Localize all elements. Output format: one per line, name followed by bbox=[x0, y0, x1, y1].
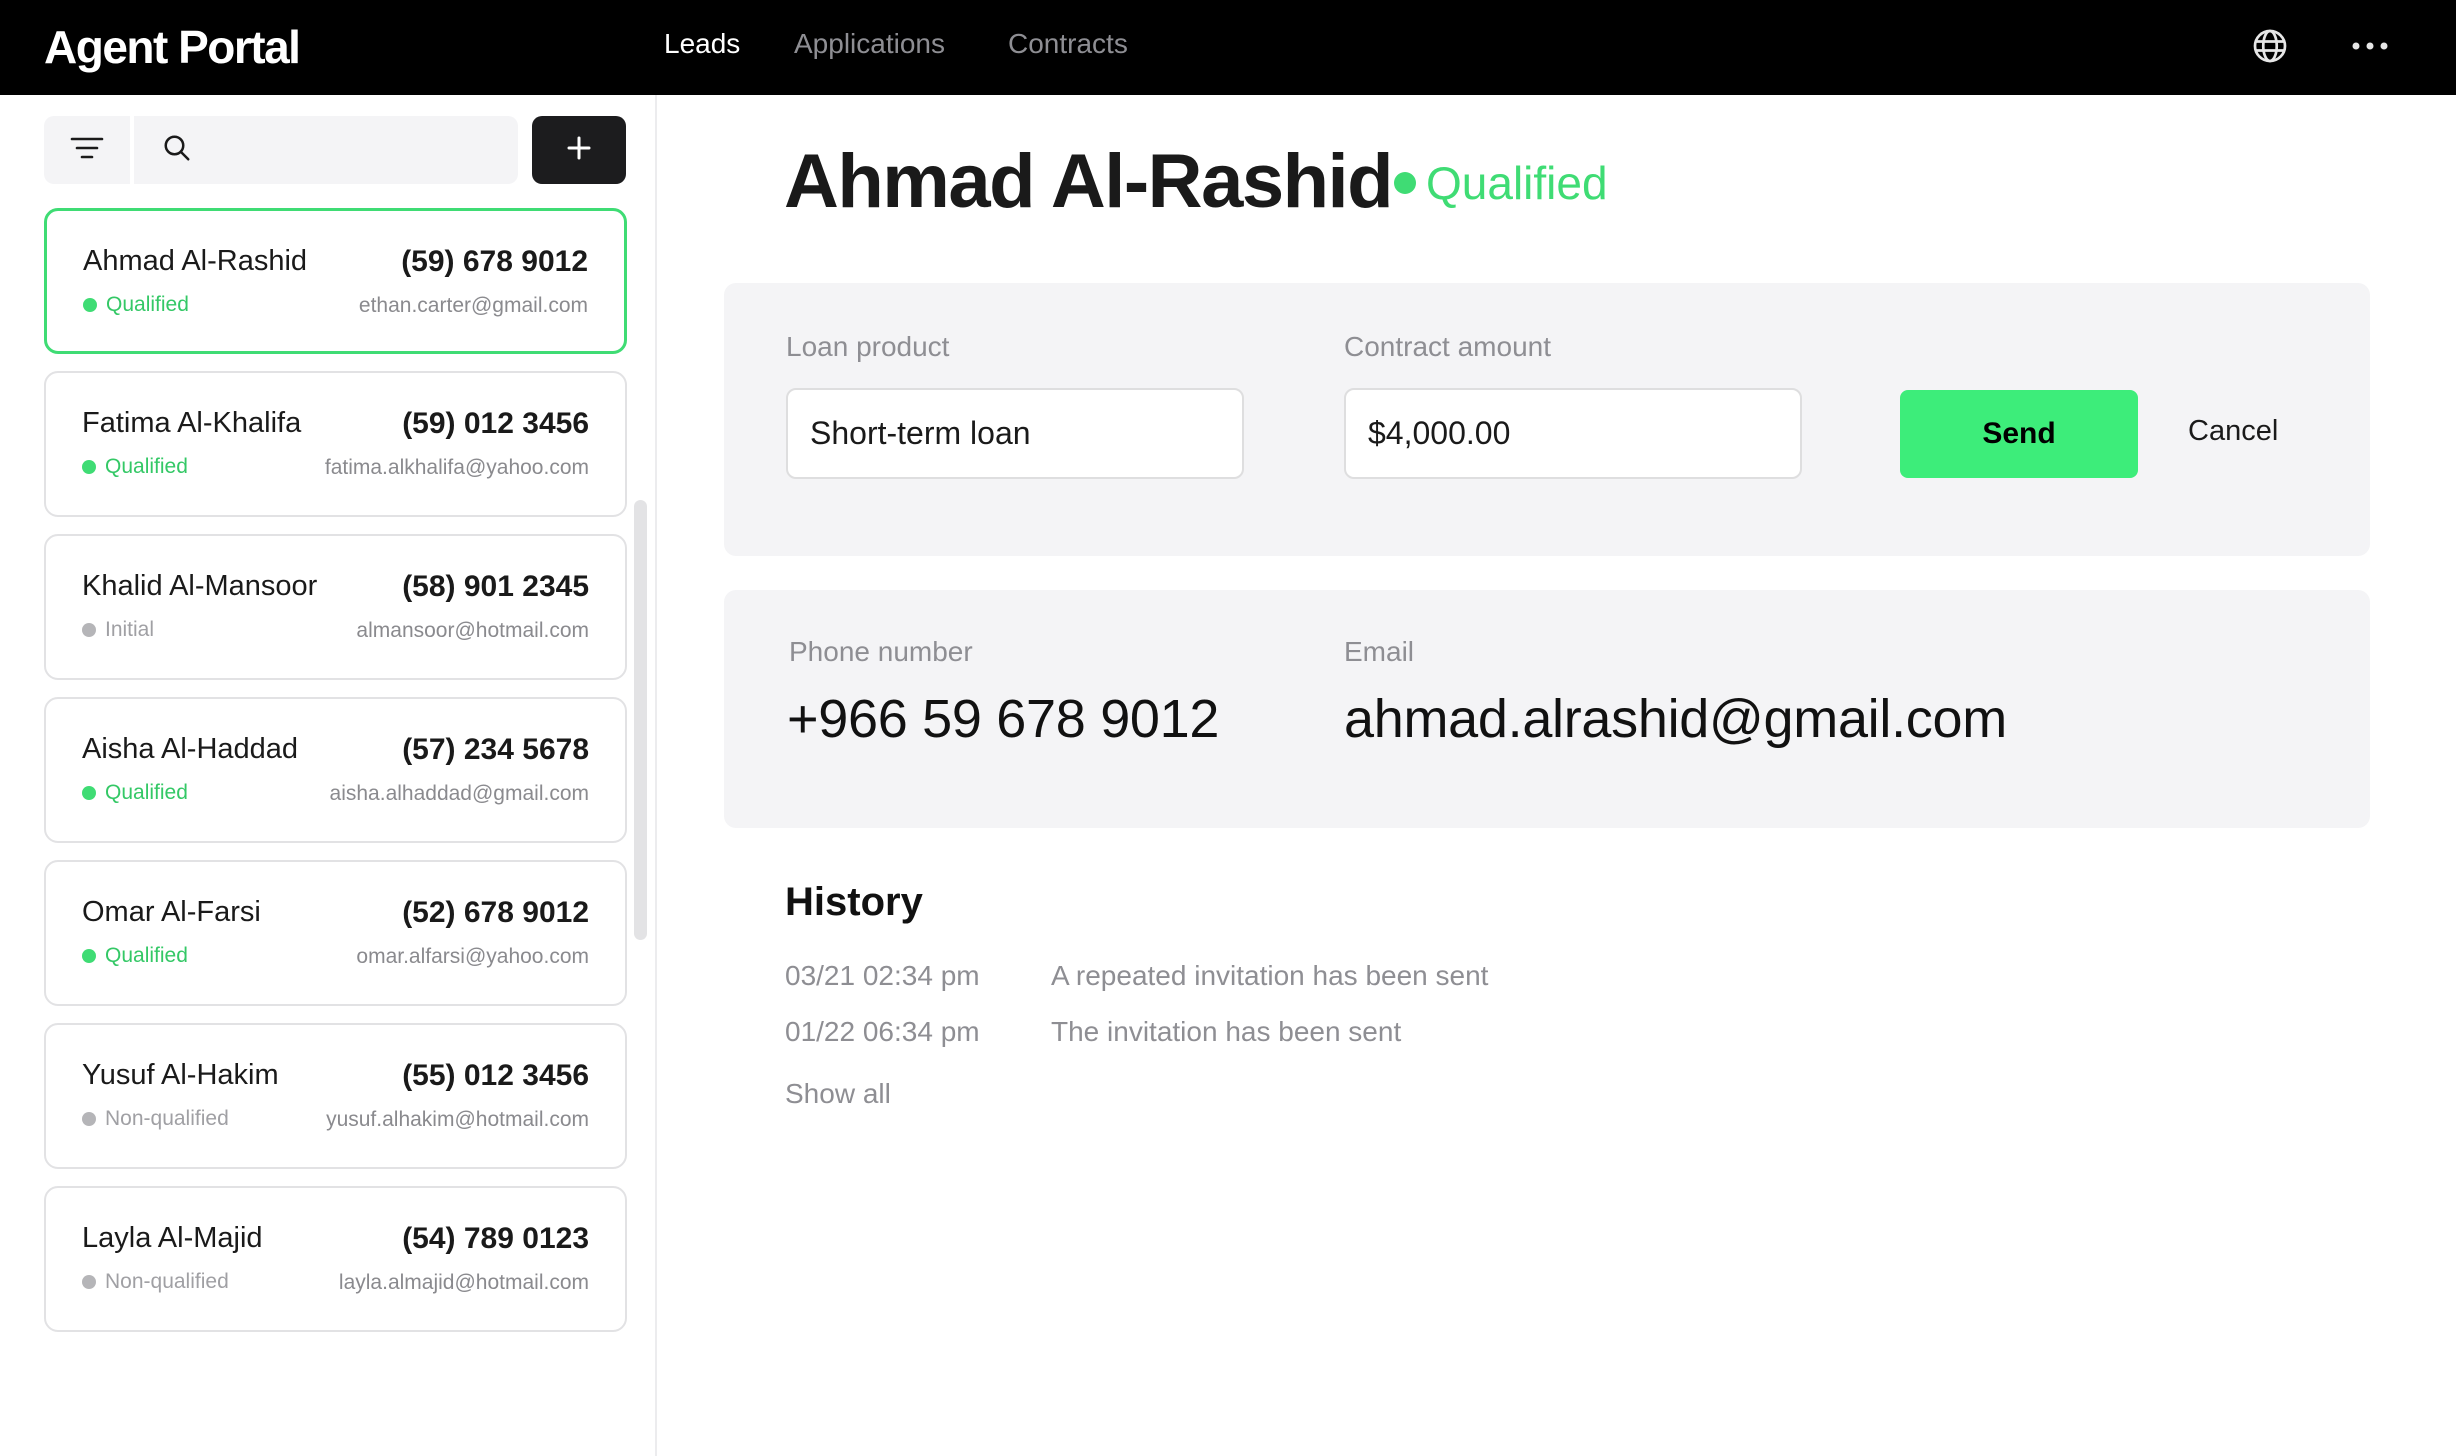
filter-icon bbox=[70, 135, 104, 166]
lead-email: omar.alfarsi@yahoo.com bbox=[356, 945, 589, 968]
status-dot-icon bbox=[82, 623, 96, 637]
lead-name: Layla Al-Majid bbox=[82, 1222, 263, 1254]
contact-info-panel: Phone number +966 59 678 9012 Email ahma… bbox=[724, 590, 2370, 828]
lead-status: Initial bbox=[82, 618, 154, 642]
lead-phone: (57) 234 5678 bbox=[402, 733, 589, 766]
lead-email: almansoor@hotmail.com bbox=[356, 619, 589, 642]
lead-name: Omar Al-Farsi bbox=[82, 896, 261, 928]
lead-phone: (54) 789 0123 bbox=[402, 1222, 589, 1255]
lead-email: yusuf.alhakim@hotmail.com bbox=[326, 1108, 589, 1131]
more-horizontal-icon[interactable] bbox=[2350, 28, 2390, 64]
lead-name: Yusuf Al-Hakim bbox=[82, 1059, 279, 1091]
lead-email: layla.almajid@hotmail.com bbox=[338, 1271, 589, 1294]
lead-card[interactable]: Fatima Al-Khalifa (59) 012 3456 Qualified f… bbox=[44, 371, 627, 517]
lead-status-label: Qualified bbox=[1426, 157, 1608, 209]
history-date: 03/21 02:34 pm bbox=[785, 960, 980, 991]
lead-phone: (59) 678 9012 bbox=[401, 245, 588, 278]
lead-name: Ahmad Al-Rashid bbox=[83, 245, 308, 277]
history-date: 01/22 06:34 pm bbox=[785, 1016, 980, 1047]
lead-card[interactable]: Omar Al-Farsi (52) 678 9012 Qualified omar.… bbox=[44, 860, 627, 1006]
status-dot-icon bbox=[83, 298, 97, 312]
lead-status: Qualified bbox=[82, 781, 188, 805]
lead-status: Qualified bbox=[82, 455, 188, 479]
lead-status-label: Qualified bbox=[106, 293, 189, 316]
lead-email: fatima.alkhalifa@yahoo.com bbox=[324, 456, 589, 479]
status-dot-icon bbox=[82, 1112, 96, 1126]
lead-status: Non-qualified bbox=[82, 1270, 229, 1294]
contract-form-panel: Loan product Short-term loan Contract am… bbox=[724, 283, 2370, 556]
lead-status-label: Qualified bbox=[105, 455, 188, 478]
loan-product-label: Loan product bbox=[786, 331, 950, 362]
email-label: Email bbox=[1344, 636, 1415, 667]
globe-icon[interactable] bbox=[2252, 28, 2288, 64]
lead-phone: (58) 901 2345 bbox=[402, 570, 589, 603]
lead-phone: (59) 012 3456 bbox=[402, 407, 589, 440]
history-text: A repeated invitation has been sent bbox=[1051, 960, 1489, 991]
lead-email: ethan.carter@gmail.com bbox=[358, 294, 588, 317]
leads-sidebar: Ahmad Al-Rashid (59) 678 9012 Qualified eth… bbox=[0, 95, 657, 1456]
nav-tab-applications[interactable]: Applications bbox=[794, 28, 945, 60]
search-icon bbox=[162, 133, 192, 168]
history-text: The invitation has been sent bbox=[1051, 1016, 1402, 1047]
lead-status-label: Qualified bbox=[105, 944, 188, 967]
show-all-history-link[interactable]: Show all bbox=[785, 1078, 891, 1110]
lead-card[interactable]: Aisha Al-Haddad (57) 234 5678 Qualified ais… bbox=[44, 697, 627, 843]
loan-product-field[interactable]: Short-term loan bbox=[786, 388, 1244, 479]
contract-amount-field[interactable]: $4,000.00 bbox=[1344, 388, 1802, 479]
contract-amount-label: Contract amount bbox=[1344, 331, 1551, 362]
phone-number-label: Phone number bbox=[789, 636, 973, 667]
lead-card[interactable]: Ahmad Al-Rashid (59) 678 9012 Qualified eth… bbox=[44, 208, 627, 354]
lead-name: Khalid Al-Mansoor bbox=[82, 570, 318, 602]
email-value: ahmad.alrashid@gmail.com bbox=[1344, 689, 2007, 749]
status-dot-icon bbox=[82, 460, 96, 474]
phone-number-value: +966 59 678 9012 bbox=[787, 689, 1220, 749]
lead-status: Qualified bbox=[82, 944, 188, 968]
lead-status-badge: Qualified bbox=[1394, 156, 1608, 210]
lead-status-label: Non-qualified bbox=[105, 1270, 229, 1293]
sidebar-scrollbar-thumb[interactable] bbox=[634, 500, 647, 940]
lead-card[interactable]: Layla Al-Majid (54) 789 0123 Non-qualified… bbox=[44, 1186, 627, 1332]
send-button[interactable]: Send bbox=[1900, 390, 2138, 478]
lead-card[interactable]: Yusuf Al-Hakim (55) 012 3456 Non-qualified… bbox=[44, 1023, 627, 1169]
history-item: 01/22 06:34 pm The invitation has been s… bbox=[785, 1016, 1401, 1048]
lead-status-label: Initial bbox=[105, 618, 155, 641]
lead-name: Fatima Al-Khalifa bbox=[82, 407, 302, 439]
search-field[interactable] bbox=[134, 116, 518, 184]
lead-email: aisha.alhaddad@gmail.com bbox=[329, 782, 589, 805]
lead-title: Ahmad Al-Rashid bbox=[784, 139, 1394, 224]
lead-status: Non-qualified bbox=[82, 1107, 229, 1131]
lead-name: Aisha Al-Haddad bbox=[82, 733, 299, 765]
lead-status-label: Qualified bbox=[105, 781, 188, 804]
nav-tab-contracts[interactable]: Contracts bbox=[1008, 28, 1128, 60]
cancel-button[interactable]: Cancel bbox=[2188, 415, 2278, 448]
history-item: 03/21 02:34 pm A repeated invitation has… bbox=[785, 960, 1488, 992]
history-heading: History bbox=[785, 880, 923, 924]
top-navigation-bar: Agent Portal Leads Applications Contract… bbox=[0, 0, 2456, 95]
app-logo[interactable]: Agent Portal bbox=[44, 20, 301, 74]
lead-phone: (52) 678 9012 bbox=[402, 896, 589, 929]
search-input[interactable] bbox=[208, 134, 508, 166]
status-dot-icon bbox=[82, 949, 96, 963]
lead-card[interactable]: Khalid Al-Mansoor (58) 901 2345 Initial alm… bbox=[44, 534, 627, 680]
status-dot-icon bbox=[82, 786, 96, 800]
lead-status: Qualified bbox=[83, 293, 189, 317]
filter-button[interactable] bbox=[44, 116, 130, 184]
plus-icon bbox=[566, 135, 592, 166]
nav-tab-leads[interactable]: Leads bbox=[664, 28, 740, 60]
status-dot-icon bbox=[1394, 172, 1416, 194]
status-dot-icon bbox=[82, 1275, 96, 1289]
lead-phone: (55) 012 3456 bbox=[402, 1059, 589, 1092]
lead-status-label: Non-qualified bbox=[105, 1107, 229, 1130]
add-lead-button[interactable] bbox=[532, 116, 626, 184]
